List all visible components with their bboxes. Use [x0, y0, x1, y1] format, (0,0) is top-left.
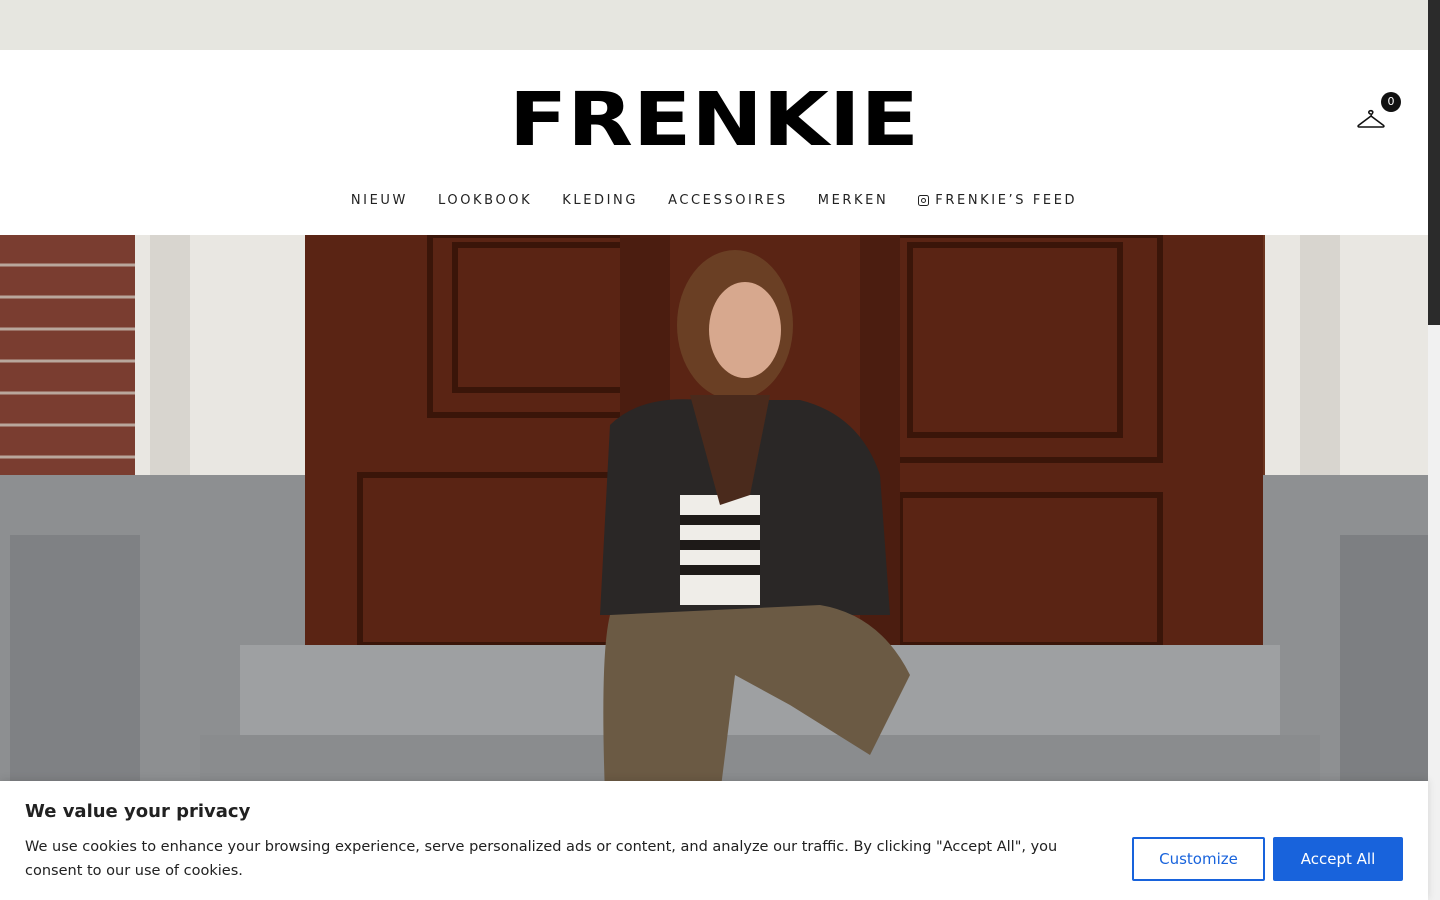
- nav-item-frenkies-feed[interactable]: FRENKIE’S FEED: [918, 190, 1077, 210]
- nav-label: LOOKBOOK: [437, 192, 533, 208]
- cart-count-badge: 0: [1381, 92, 1401, 112]
- nav-label: ACCESSOIRES: [668, 192, 788, 208]
- nav-item-nieuw[interactable]: NIEUW: [351, 190, 408, 210]
- nav-item-kleding[interactable]: KLEDING: [562, 190, 638, 210]
- nav-label: MERKEN: [817, 192, 889, 208]
- nav-label: NIEUW: [350, 192, 408, 208]
- instagram-icon: [918, 194, 930, 206]
- cookie-consent-banner: We value your privacy We use cookies to …: [0, 781, 1428, 900]
- main-nav: NIEUW LOOKBOOK KLEDING ACCESSOIRES MERKE…: [0, 190, 1428, 210]
- accept-all-button[interactable]: Accept All: [1273, 837, 1403, 881]
- cookie-description: We use cookies to enhance your browsing …: [25, 839, 1058, 879]
- site-header: FRENKIE 0 NIEUW LOOKBOOK KLEDING ACCESSO…: [0, 50, 1428, 235]
- nav-item-merken[interactable]: MERKEN: [818, 190, 889, 210]
- nav-item-lookbook[interactable]: LOOKBOOK: [438, 190, 532, 210]
- announcement-bar: [0, 0, 1428, 50]
- nav-label: KLEDING: [562, 192, 639, 208]
- customize-button[interactable]: Customize: [1132, 837, 1265, 881]
- cookie-title: We value your privacy: [25, 801, 251, 822]
- hanger-cart-icon[interactable]: [1356, 106, 1386, 130]
- nav-label: FRENKIE’S FEED: [935, 192, 1078, 208]
- nav-item-accessoires[interactable]: ACCESSOIRES: [668, 190, 788, 210]
- site-logo[interactable]: FRENKIE: [508, 84, 920, 150]
- scrollbar-thumb[interactable]: [1428, 0, 1440, 325]
- logo-text: FRENKIE: [509, 84, 919, 150]
